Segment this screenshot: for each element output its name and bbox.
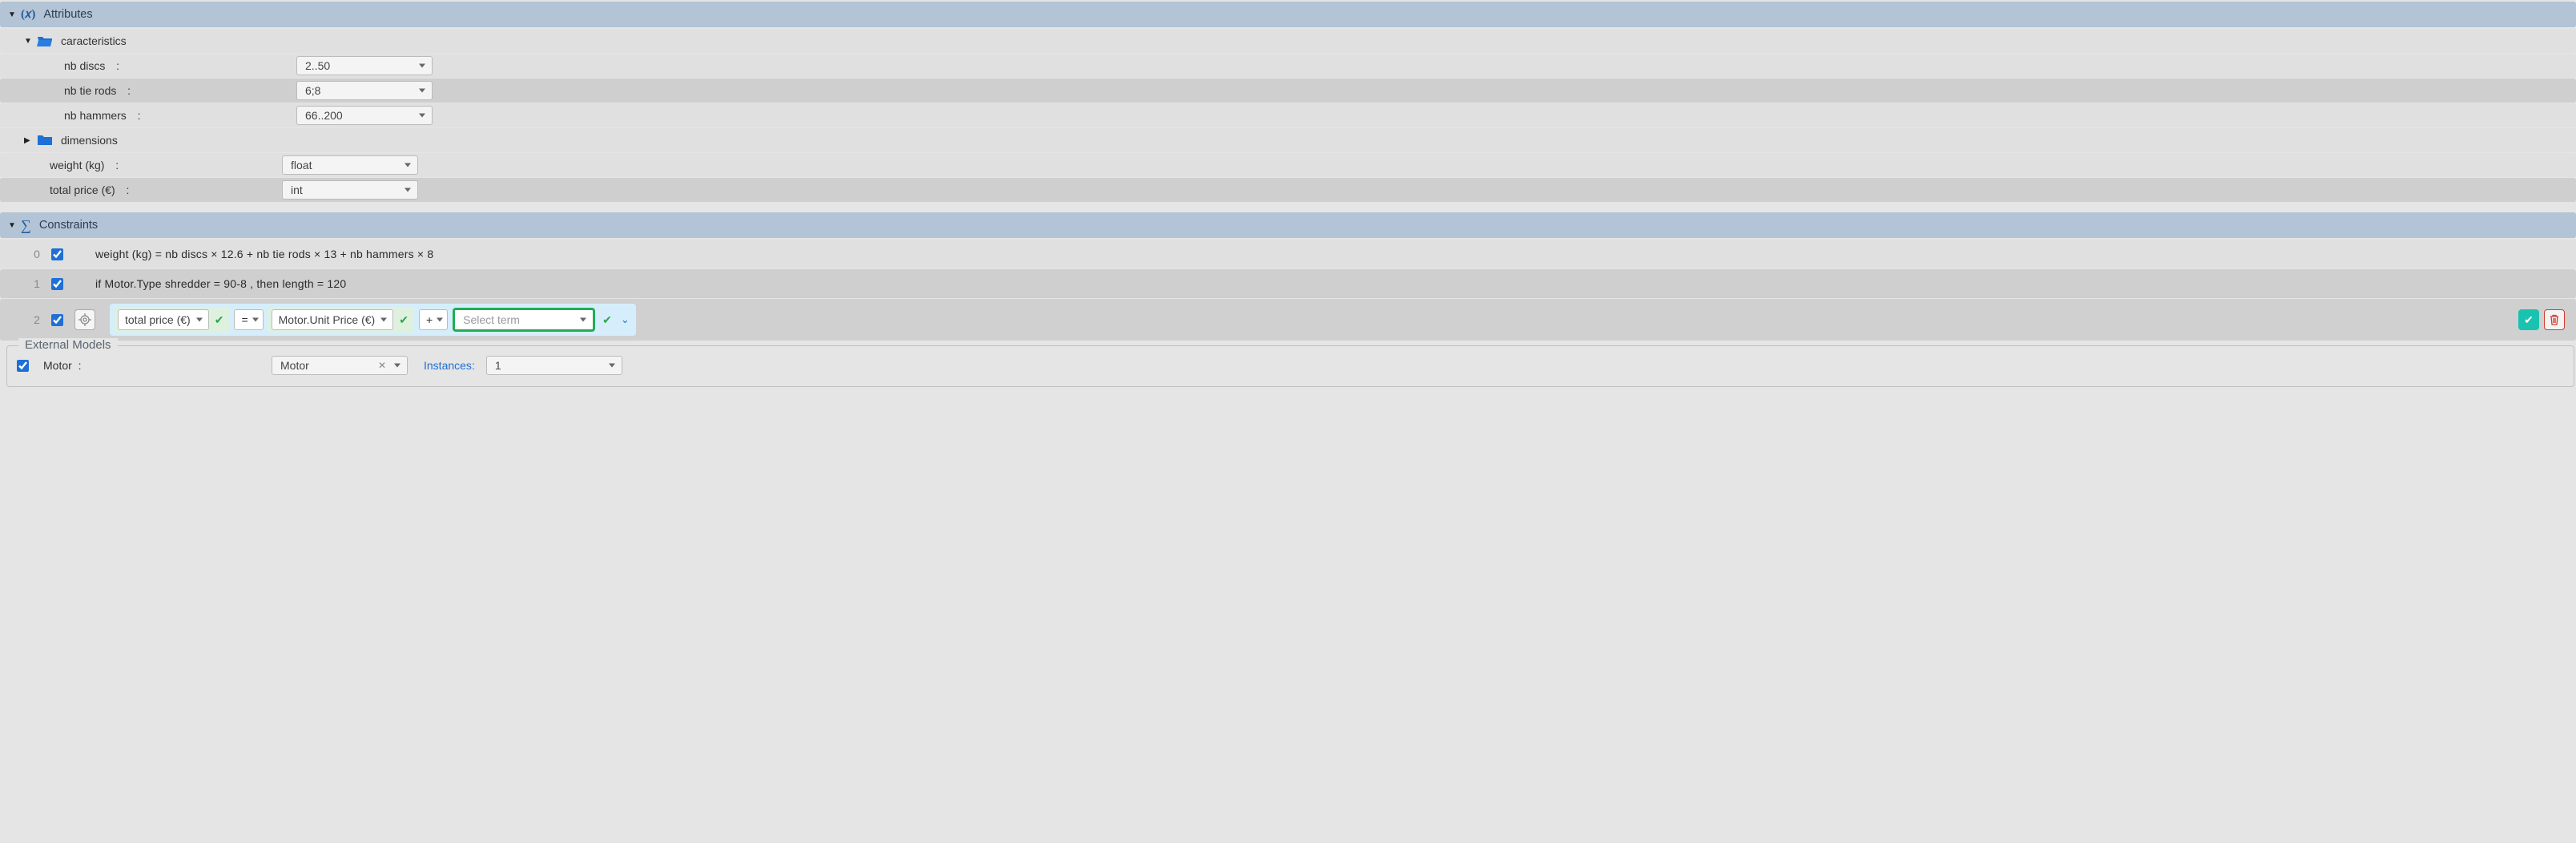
external-motor-label: Motor :	[43, 359, 272, 372]
sigma-icon: ∑	[21, 217, 31, 234]
attr-weight-value-select[interactable]: float	[282, 155, 418, 175]
constraint-enable-1[interactable]	[51, 278, 63, 290]
variable-icon: (𝑥)	[21, 7, 35, 22]
attr-nb-hammers-value-select[interactable]: 66..200	[296, 106, 433, 125]
chevron-down-icon	[419, 64, 425, 68]
constraint-row-2-editing: 2 total price (€) ✔ = Motor.Unit Price	[0, 299, 2576, 341]
chevron-down-icon	[380, 318, 387, 322]
chevron-down-icon	[609, 364, 615, 368]
mid-term-pill: Motor.Unit Price (€) ✔	[268, 307, 414, 333]
constraint-idx-0: 0	[29, 248, 45, 260]
left-term-select[interactable]: total price (€)	[118, 309, 209, 330]
constraint-expr-0: weight (kg) = nb discs × 12.6 + nb tie r…	[95, 248, 433, 260]
instances-select[interactable]: 1	[486, 356, 622, 375]
external-models-legend: External Models	[18, 338, 118, 352]
expand-chevron[interactable]: ⌄	[619, 313, 631, 326]
attributes-section-header[interactable]: ▼ (𝑥) Attributes	[0, 2, 2576, 27]
constraint-idx-1: 1	[29, 277, 45, 290]
chevron-down-icon	[252, 318, 259, 322]
external-model-motor-row: Motor : Motor ✕ Instances: 1	[14, 353, 2567, 378]
confirm-constraint-button[interactable]: ✔	[2518, 309, 2539, 330]
caracteristics-disclosure[interactable]: ▼	[24, 37, 32, 46]
left-term-confirm[interactable]: ✔	[212, 313, 227, 327]
instances-label: Instances:	[424, 359, 475, 372]
constraint-row-1[interactable]: 1 if Motor.Type shredder = 90-8 , then l…	[0, 269, 2576, 298]
folder-caracteristics[interactable]: ▼ caracteristics	[0, 29, 2576, 53]
attr-row-nb-tie-rods: nb tie rods : 6;8	[0, 79, 2576, 103]
operator-equals-select[interactable]: =	[234, 309, 263, 330]
chevron-down-icon	[394, 364, 400, 368]
delete-constraint-button[interactable]	[2544, 309, 2565, 330]
folder-dimensions[interactable]: ▶ dimensions	[0, 128, 2576, 152]
attributes-disclosure[interactable]: ▼	[8, 10, 16, 19]
constraint-row-0[interactable]: 0 weight (kg) = nb discs × 12.6 + nb tie…	[0, 240, 2576, 268]
constraints-disclosure[interactable]: ▼	[8, 221, 16, 230]
attr-nb-discs-label: nb discs :	[64, 59, 296, 72]
mid-term-confirm[interactable]: ✔	[396, 313, 411, 327]
attr-row-nb-discs: nb discs : 2..50	[0, 54, 2576, 78]
constraint-idx-2: 2	[29, 313, 45, 326]
constraint-edit-bubble: total price (€) ✔ = Motor.Unit Price (€)…	[110, 304, 636, 336]
caracteristics-label: caracteristics	[61, 34, 127, 47]
external-motor-enable[interactable]	[17, 360, 29, 372]
chevron-down-icon	[405, 163, 411, 167]
attr-nb-tie-rods-value-select[interactable]: 6;8	[296, 81, 433, 100]
attributes-title: Attributes	[43, 8, 92, 21]
chevron-down-icon	[437, 318, 443, 322]
chevron-down-icon	[419, 114, 425, 118]
clear-icon[interactable]: ✕	[378, 360, 386, 371]
constraints-title: Constraints	[39, 219, 98, 232]
external-models-fieldset: External Models Motor : Motor ✕ Instance…	[6, 345, 2574, 387]
attr-row-nb-hammers: nb hammers : 66..200	[0, 103, 2576, 127]
chevron-down-icon	[196, 318, 203, 322]
attr-nb-hammers-label: nb hammers :	[64, 109, 296, 122]
attr-nb-tie-rods-label: nb tie rods :	[64, 84, 296, 97]
constraint-enable-0[interactable]	[51, 248, 63, 260]
target-icon[interactable]	[74, 309, 95, 330]
constraint-expr-1: if Motor.Type shredder = 90-8 , then len…	[95, 277, 346, 290]
operator-plus-select[interactable]: +	[419, 309, 448, 330]
attr-nb-discs-value-select[interactable]: 2..50	[296, 56, 433, 75]
chevron-down-icon	[580, 318, 586, 322]
chevron-down-icon	[419, 89, 425, 93]
chevron-down-icon	[405, 188, 411, 192]
dimensions-label: dimensions	[61, 134, 118, 147]
attr-total-price-value-select[interactable]: int	[282, 180, 418, 200]
mid-term-select[interactable]: Motor.Unit Price (€)	[272, 309, 394, 330]
external-motor-select[interactable]: Motor ✕	[272, 356, 408, 375]
dimensions-disclosure[interactable]: ▶	[24, 136, 32, 145]
attr-total-price-label: total price (€) :	[50, 184, 282, 196]
select-term-dropdown[interactable]: Select term	[453, 308, 595, 332]
folder-closed-icon	[37, 134, 53, 147]
attr-row-total-price: total price (€) : int	[0, 178, 2576, 202]
left-term-pill: total price (€) ✔	[115, 307, 229, 333]
attr-row-weight: weight (kg) : float	[0, 153, 2576, 177]
select-term-confirm[interactable]: ✔	[600, 313, 614, 327]
attr-weight-label: weight (kg) :	[50, 159, 282, 171]
constraints-section-header[interactable]: ▼ ∑ Constraints	[0, 212, 2576, 238]
folder-open-icon	[37, 34, 53, 47]
constraint-enable-2[interactable]	[51, 314, 63, 326]
